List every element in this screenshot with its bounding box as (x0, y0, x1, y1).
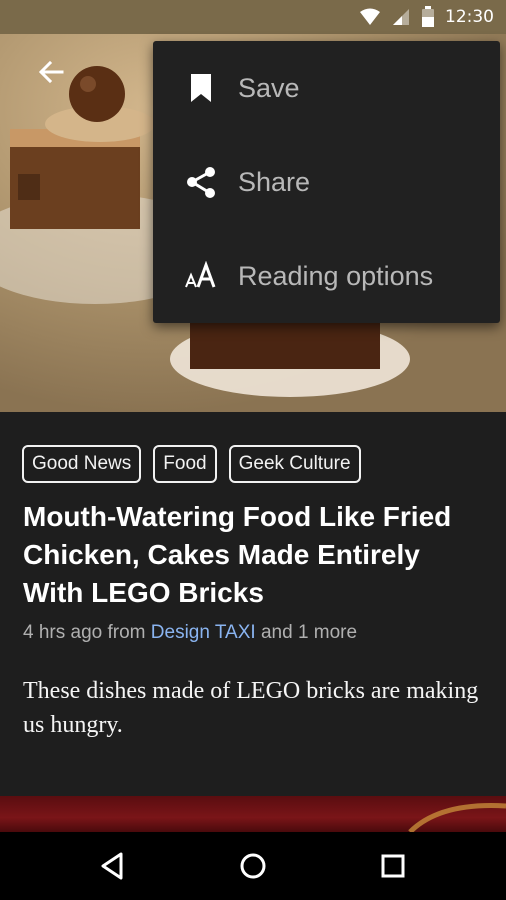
menu-icon-wrap (183, 258, 219, 294)
menu-icon-wrap (183, 70, 219, 106)
menu-icon-wrap (183, 164, 219, 200)
status-time: 12:30 (445, 7, 494, 27)
menu-item-label: Save (238, 72, 300, 103)
next-card-image (408, 803, 506, 832)
meta-time: 4 hrs ago from (23, 622, 151, 643)
article-meta: 4 hrs ago from Design TAXI and 1 more (23, 622, 357, 644)
overflow-menu: Save Share Reading options (153, 41, 500, 323)
article-headline[interactable]: Mouth-Watering Food Like Fried Chicken, … (23, 498, 483, 612)
status-icons: 12:30 (359, 6, 494, 28)
meta-more[interactable]: and 1 more (256, 622, 357, 643)
share-icon (187, 167, 215, 198)
recents-square-icon (381, 854, 405, 878)
tag-good-news[interactable]: Good News (22, 445, 142, 483)
article-card[interactable]: Good News Food Geek Culture Mouth-Wateri… (0, 412, 506, 796)
arrow-back-icon (38, 60, 64, 84)
menu-item-save[interactable]: Save (153, 41, 500, 135)
menu-item-share[interactable]: Share (153, 135, 500, 229)
article-summary: These dishes made of LEGO bricks are mak… (23, 678, 479, 738)
navigation-bar (0, 832, 506, 900)
back-triangle-icon (101, 852, 123, 880)
nav-recents-button[interactable] (375, 848, 411, 884)
nav-back-button[interactable] (95, 848, 131, 884)
tag-food[interactable]: Food (153, 445, 217, 483)
home-circle-icon (240, 853, 266, 879)
meta-source-link[interactable]: Design TAXI (151, 622, 256, 643)
cell-signal-icon (393, 9, 409, 25)
nav-home-button[interactable] (235, 848, 271, 884)
menu-item-reading-options[interactable]: Reading options (153, 229, 500, 323)
battery-icon (422, 6, 434, 27)
menu-item-label: Share (238, 166, 311, 197)
tag-list: Good News Food Geek Culture (22, 445, 361, 483)
status-bar: 12:30 (0, 0, 506, 34)
back-button[interactable] (30, 54, 74, 90)
wifi-icon (360, 8, 380, 25)
bookmark-icon (191, 74, 211, 102)
menu-item-label: Reading options (238, 260, 434, 291)
next-article-card[interactable] (0, 796, 506, 832)
tag-geek-culture[interactable]: Geek Culture (228, 445, 361, 483)
text-size-icon (185, 261, 216, 288)
